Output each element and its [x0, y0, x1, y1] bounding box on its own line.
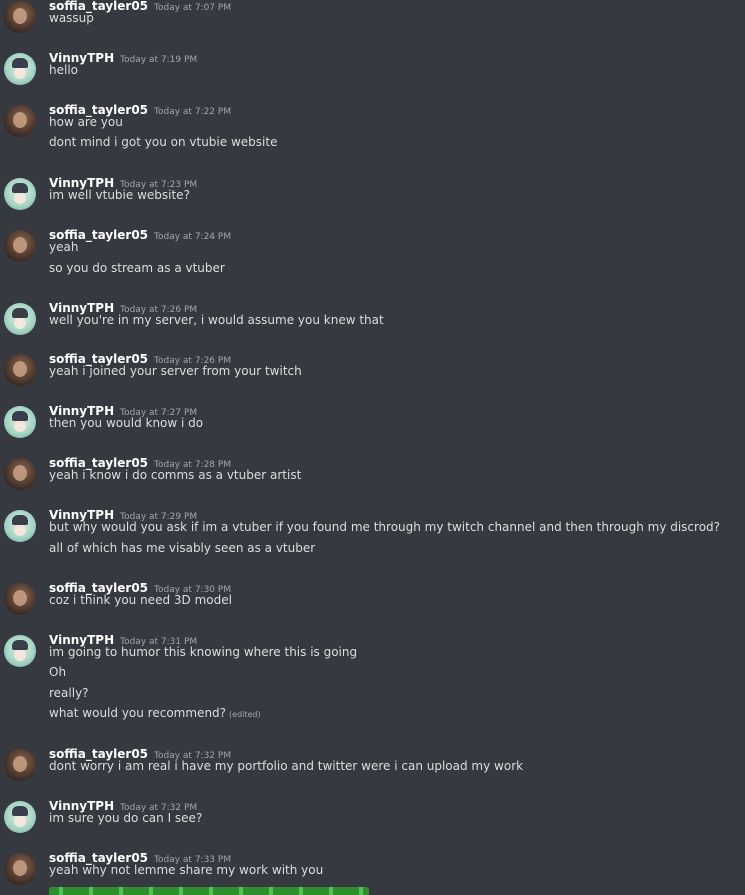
message-text: coz i think you need 3D model: [49, 593, 232, 607]
message-text: dont mind i got you on vtubie website: [49, 135, 278, 149]
message-text: im sure you do can I see?: [49, 811, 203, 825]
message-text: but why would you ask if im a vtuber if …: [49, 520, 721, 534]
user-avatar[interactable]: [4, 801, 36, 833]
message-text: so you do stream as a vtuber: [49, 261, 225, 275]
user-avatar[interactable]: [4, 53, 36, 85]
message-text: im going to humor this knowing where thi…: [49, 645, 358, 659]
message-text: yeah i joined your server from your twit…: [49, 364, 302, 378]
message-text: yeah why not lemme share my work with yo…: [49, 863, 324, 877]
user-avatar[interactable]: [4, 178, 36, 210]
message-text: well you're in my server, i would assume…: [49, 313, 384, 327]
message-text: then you would know i do: [49, 416, 204, 430]
timestamp: Today at 7:22 PM: [154, 107, 232, 117]
user-avatar[interactable]: [4, 1, 36, 33]
message-line-edited: what would you recommend? (edited): [49, 706, 261, 720]
message-text: Oh: [49, 665, 67, 679]
timestamp: Today at 7:07 PM: [154, 3, 232, 13]
user-avatar[interactable]: [4, 853, 36, 885]
user-avatar[interactable]: [4, 354, 36, 386]
message-text: what would you recommend?: [49, 706, 227, 720]
timestamp: Today at 7:19 PM: [120, 55, 198, 65]
user-avatar[interactable]: [4, 635, 36, 667]
timestamp: Today at 7:24 PM: [154, 232, 232, 242]
user-avatar[interactable]: [4, 303, 36, 335]
user-avatar[interactable]: [4, 583, 36, 615]
user-avatar[interactable]: [4, 749, 36, 781]
message-text: all of which has me visably seen as a vt…: [49, 541, 316, 555]
user-avatar[interactable]: [4, 510, 36, 542]
user-avatar[interactable]: [4, 458, 36, 490]
edited-marker: (edited): [229, 710, 261, 719]
user-avatar[interactable]: [4, 105, 36, 137]
message-text: wassup: [49, 11, 94, 25]
image-attachment[interactable]: [49, 887, 369, 895]
message-text: how are you: [49, 115, 123, 129]
user-avatar[interactable]: [4, 406, 36, 438]
message-text: really?: [49, 686, 89, 700]
message-text: im well vtubie website?: [49, 188, 190, 202]
user-avatar[interactable]: [4, 230, 36, 262]
message-text: yeah i know i do comms as a vtuber artis…: [49, 468, 302, 482]
message-text: hello: [49, 63, 78, 77]
message-text: dont worry i am real i have my portfolio…: [49, 759, 524, 773]
message-text: yeah: [49, 240, 79, 254]
